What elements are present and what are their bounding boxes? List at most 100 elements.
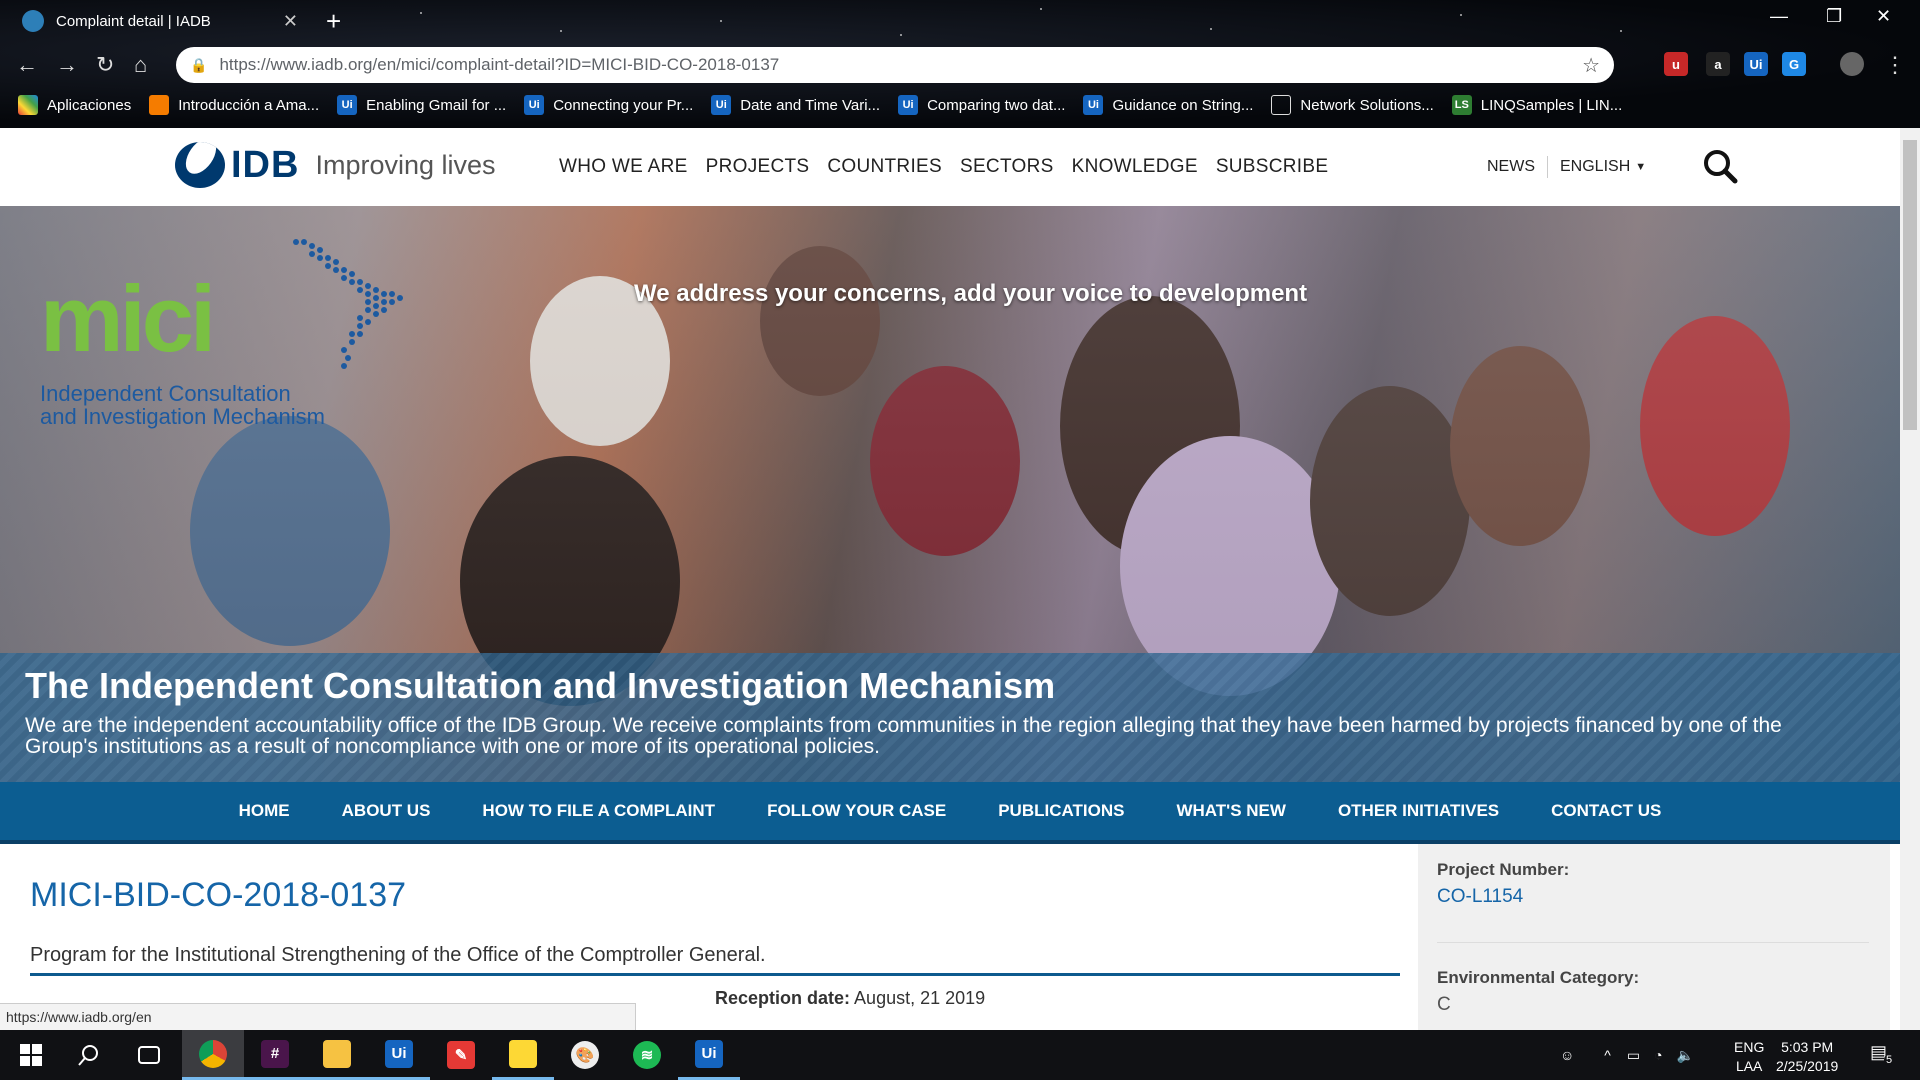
search-icon[interactable] [1702, 148, 1738, 184]
taskbar-chrome[interactable] [182, 1030, 244, 1080]
nav-projects[interactable]: PROJECTS [706, 156, 810, 178]
hero-banner: mici Independent Consultation and Invest… [0, 206, 1900, 782]
volume-icon[interactable]: 🔈 [1677, 1047, 1694, 1064]
bookmark-label: Introducción a Ama... [178, 96, 320, 114]
back-icon[interactable]: ← [16, 52, 38, 78]
task-view-icon [138, 1046, 160, 1064]
profile-avatar[interactable] [1840, 52, 1864, 76]
uipath-extension-icon[interactable]: Ui [1744, 52, 1768, 76]
language-code: ENG [1734, 1039, 1765, 1055]
section-nav-home[interactable]: HOME [239, 801, 290, 821]
star-decoration [720, 20, 722, 22]
bookmark-item[interactable]: Network Solutions... [1271, 95, 1434, 115]
nav-sectors[interactable]: SECTORS [960, 156, 1054, 178]
action-center-icon[interactable]: ▤ 5 [1870, 1042, 1895, 1066]
star-decoration [1040, 8, 1042, 10]
scrollbar-thumb[interactable] [1903, 140, 1917, 430]
bookmark-item[interactable]: Ui Connecting your Pr... [524, 95, 693, 115]
uipath-icon: Ui [337, 95, 358, 115]
bookmark-item[interactable]: Ui Comparing two dat... [898, 95, 1065, 115]
nav-knowledge[interactable]: KNOWLEDGE [1072, 156, 1198, 178]
taskbar-uipath-studio[interactable]: Ui [368, 1030, 430, 1080]
language-selector[interactable]: ENGLISH [1560, 158, 1630, 176]
tray-chevron-up-icon[interactable]: ^ [1604, 1047, 1611, 1063]
bookmark-item[interactable]: Ui Enabling Gmail for ... [337, 95, 506, 115]
reload-icon[interactable]: ↻ [96, 52, 114, 78]
nav-countries[interactable]: COUNTRIES [827, 156, 942, 178]
page-scrollbar[interactable] [1900, 128, 1920, 1030]
utility-nav: NEWS ENGLISH ▼ [1487, 156, 1646, 178]
bookmark-star-icon[interactable]: ☆ [1582, 53, 1600, 78]
wifi-icon[interactable]: ◔ [1654, 1047, 1662, 1063]
taskbar-slack[interactable]: # [244, 1030, 306, 1080]
mici-logo-subtitle: Independent Consultation and Investigati… [40, 382, 325, 428]
close-tab-icon[interactable]: ✕ [283, 11, 298, 32]
close-window-icon[interactable]: ✕ [1876, 6, 1891, 27]
file-explorer-icon [323, 1039, 351, 1068]
section-nav-other-initiatives[interactable]: OTHER INITIATIVES [1338, 801, 1499, 821]
section-nav-whats-new[interactable]: WHAT'S NEW [1176, 801, 1286, 821]
people-icon[interactable]: ☺ [1560, 1047, 1574, 1063]
start-button[interactable] [0, 1030, 62, 1080]
bookmark-item[interactable]: Ui Date and Time Vari... [711, 95, 880, 115]
uipath-icon: Ui [898, 95, 919, 115]
status-bar-url: https://www.iadb.org/en [0, 1003, 636, 1030]
mici-subtitle-line: and Investigation Mechanism [40, 404, 325, 429]
windows-start-icon [20, 1044, 42, 1066]
star-decoration [420, 12, 422, 14]
nav-who-we-are[interactable]: WHO WE ARE [559, 156, 688, 178]
new-tab-icon[interactable]: + [326, 6, 341, 37]
complaint-id-heading: MICI-BID-CO-2018-0137 [30, 876, 407, 914]
section-nav-file-complaint[interactable]: HOW TO FILE A COMPLAINT [482, 801, 715, 821]
section-nav: HOME ABOUT US HOW TO FILE A COMPLAINT FO… [0, 782, 1900, 844]
nav-subscribe[interactable]: SUBSCRIBE [1216, 156, 1329, 178]
bookmark-item[interactable]: Aplicaciones [18, 95, 131, 115]
taskbar-paint[interactable]: 🎨 [554, 1030, 616, 1080]
taskbar-pin-app[interactable]: ✎ [430, 1030, 492, 1080]
ublock-extension-icon[interactable]: u [1664, 52, 1688, 76]
url-bar[interactable]: 🔒 https://www.iadb.org/en/mici/complaint… [176, 47, 1614, 83]
site-header: IDB Improving lives WHO WE ARE PROJECTS … [0, 128, 1900, 206]
idb-globe-icon [175, 142, 225, 188]
news-link[interactable]: NEWS [1487, 158, 1535, 176]
clock-date: 2/25/2019 [1776, 1058, 1839, 1074]
home-icon[interactable]: ⌂ [134, 52, 147, 78]
menu-kebab-icon[interactable]: ⋮ [1884, 52, 1906, 78]
taskbar-file-explorer[interactable] [306, 1030, 368, 1080]
taskbar-clock[interactable]: 5:03 PM 2/25/2019 [1776, 1038, 1838, 1076]
mici-logo[interactable]: mici Independent Consultation and Invest… [36, 236, 436, 428]
taskbar-spotify[interactable]: ≋ [616, 1030, 678, 1080]
task-view-button[interactable] [118, 1030, 180, 1080]
bookmark-item[interactable]: LS LINQSamples | LIN... [1451, 95, 1622, 115]
translate-extension-icon[interactable]: G [1782, 52, 1806, 76]
aws-icon [149, 95, 170, 115]
maximize-icon[interactable]: ❐ [1826, 6, 1842, 27]
forward-icon[interactable]: → [56, 52, 78, 78]
divider [1547, 156, 1548, 178]
section-nav-follow-case[interactable]: FOLLOW YOUR CASE [767, 801, 946, 821]
battery-icon[interactable]: ▭ [1627, 1047, 1640, 1064]
uipath-icon: Ui [1083, 95, 1104, 115]
taskbar-uipath-robot[interactable]: Ui [678, 1030, 740, 1080]
input-language[interactable]: ENG LAA [1734, 1038, 1764, 1076]
taskbar-search[interactable] [58, 1030, 120, 1080]
section-nav-contact-us[interactable]: CONTACT US [1551, 801, 1661, 821]
windows-taskbar: # Ui ✎ 🎨 ≋ Ui ☺ ^ ▭ ◔ 🔈 ENG LAA 5:03 PM … [0, 1030, 1920, 1080]
section-nav-publications[interactable]: PUBLICATIONS [998, 801, 1124, 821]
bookmark-item[interactable]: Ui Guidance on String... [1083, 95, 1253, 115]
section-nav-about-us[interactable]: ABOUT US [342, 801, 431, 821]
address-bar-row: ← → ↻ ⌂ 🔒 https://www.iadb.org/en/mici/c… [0, 44, 1920, 84]
bookmark-label: Connecting your Pr... [553, 96, 694, 114]
taskbar-sticky-notes[interactable] [492, 1030, 554, 1080]
idb-logo[interactable]: IDB Improving lives [175, 142, 496, 188]
browser-tab[interactable]: Complaint detail | IADB ✕ [12, 2, 308, 40]
reception-date-label: Reception date: [715, 988, 851, 1008]
bookmark-item[interactable]: Introducción a Ama... [149, 95, 319, 115]
star-decoration [560, 30, 562, 32]
lock-icon: 🔒 [190, 56, 208, 73]
tab-title: Complaint detail | IADB [56, 12, 211, 30]
amazon-extension-icon[interactable]: a [1706, 52, 1730, 76]
project-number-link[interactable]: CO-L1154 [1437, 886, 1523, 908]
minimize-icon[interactable]: — [1770, 6, 1788, 27]
paint-icon: 🎨 [571, 1041, 599, 1069]
